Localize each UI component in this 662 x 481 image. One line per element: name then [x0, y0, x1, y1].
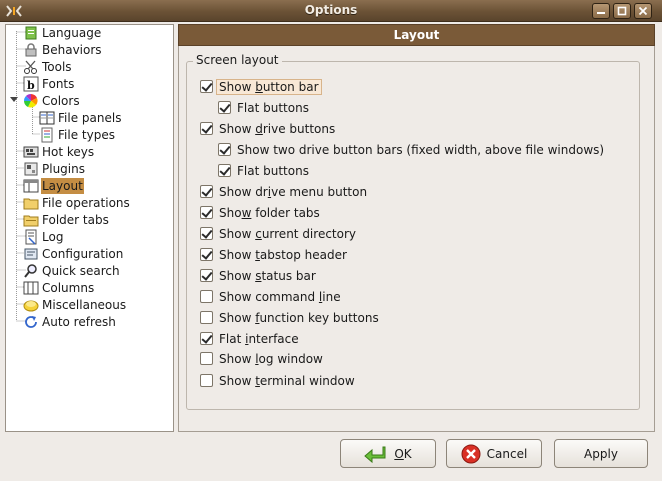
option-label: Show folder tabs — [219, 205, 320, 220]
log-icon — [23, 229, 39, 245]
panels-icon — [39, 110, 55, 126]
show-button-bar-option[interactable]: Show button bar — [200, 77, 322, 96]
show-status-bar-option[interactable]: Show status bar — [200, 266, 316, 285]
option-label: Show log window — [219, 351, 323, 366]
refresh-icon — [23, 314, 39, 330]
show-drive-buttons-option[interactable]: Show drive buttons — [200, 119, 335, 138]
close-icon[interactable] — [634, 3, 652, 19]
checkbox[interactable] — [200, 332, 213, 345]
show-function-keys-option[interactable]: Show function key buttons — [200, 308, 379, 327]
folder-tabs-icon — [23, 212, 39, 228]
ok-arrow-icon — [364, 444, 386, 464]
cancel-label: Cancel — [486, 446, 528, 461]
show-current-directory-option[interactable]: Show current directory — [200, 224, 356, 243]
cancel-icon — [461, 444, 481, 464]
tree-item-miscellaneous[interactable]: Miscellaneous — [23, 296, 127, 313]
show-tabstop-header-option[interactable]: Show tabstop header — [200, 245, 347, 264]
option-label: Show drive menu button — [219, 184, 368, 199]
tree-item-fonts[interactable]: b Fonts — [23, 75, 75, 92]
title-bar: Options — [0, 0, 662, 22]
option-label: Show function key buttons — [219, 310, 379, 325]
folder-icon — [23, 195, 39, 211]
show-command-line-option[interactable]: Show command line — [200, 287, 341, 306]
miscellaneous-icon — [23, 297, 39, 313]
section-header: Layout — [178, 24, 655, 46]
checkbox[interactable] — [200, 227, 213, 240]
tree-item-tools[interactable]: Tools — [23, 58, 73, 75]
apply-label: Apply — [584, 446, 618, 461]
option-label: Show command line — [219, 289, 341, 304]
tree-item-file-panels[interactable]: File panels — [39, 109, 122, 126]
option-label: Show terminal window — [219, 373, 355, 388]
apply-button[interactable]: Apply — [554, 439, 648, 468]
configuration-icon — [23, 246, 39, 262]
option-label: Show two drive button bars (fixed width,… — [237, 142, 605, 157]
checkbox[interactable] — [218, 164, 231, 177]
tree-item-language[interactable]: Language — [23, 24, 102, 41]
language-icon — [23, 25, 39, 41]
scissors-icon — [23, 59, 39, 75]
checkbox[interactable] — [200, 269, 213, 282]
maximize-icon[interactable] — [613, 3, 631, 19]
show-terminal-window-option[interactable]: Show terminal window — [200, 371, 355, 390]
tree-item-file-types[interactable]: File types — [39, 126, 116, 143]
checkbox[interactable] — [200, 352, 213, 365]
show-log-window-option[interactable]: Show log window — [200, 349, 323, 368]
option-label: Show button bar — [216, 78, 322, 95]
tree-item-hot-keys[interactable]: Hot keys — [23, 143, 95, 160]
checkbox[interactable] — [200, 290, 213, 303]
layout-icon — [23, 178, 39, 194]
quick-search-icon — [23, 263, 39, 279]
plugins-icon — [23, 161, 39, 177]
file-types-icon — [39, 127, 55, 143]
tree-item-behaviors[interactable]: Behaviors — [23, 41, 103, 58]
tree-item-colors[interactable]: Colors — [23, 92, 81, 109]
window-title: Options — [304, 3, 358, 17]
cancel-button[interactable]: Cancel — [446, 439, 542, 468]
option-label: Show current directory — [219, 226, 357, 241]
flat-buttons-option[interactable]: Flat buttons — [218, 98, 309, 117]
section-title: Layout — [393, 28, 440, 42]
option-label: Show drive buttons — [219, 121, 336, 136]
checkbox[interactable] — [218, 101, 231, 114]
color-wheel-icon — [23, 93, 39, 109]
option-label: Show tabstop header — [219, 247, 347, 262]
tree-item-auto-refresh[interactable]: Auto refresh — [23, 313, 117, 330]
tree-item-layout[interactable]: Layout — [23, 177, 84, 194]
tree-item-quick-search[interactable]: Quick search — [23, 262, 121, 279]
font-icon: b — [23, 76, 39, 92]
ok-label: OK — [394, 446, 412, 461]
tree-item-file-operations[interactable]: File operations — [23, 194, 131, 211]
lock-icon — [23, 42, 39, 58]
flat-drive-buttons-option[interactable]: Flat buttons — [218, 161, 309, 180]
show-folder-tabs-option[interactable]: Show folder tabs — [200, 203, 320, 222]
flat-interface-option[interactable]: Flat interface — [200, 329, 299, 348]
show-two-drive-bars-option[interactable]: Show two drive button bars (fixed width,… — [218, 140, 604, 159]
options-tree[interactable]: Language Behaviors Tools b Fonts Colors … — [5, 24, 174, 432]
checkbox[interactable] — [200, 80, 213, 93]
checkbox[interactable] — [200, 122, 213, 135]
hotkeys-icon — [23, 144, 39, 160]
checkbox[interactable] — [200, 374, 213, 387]
tree-item-configuration[interactable]: Configuration — [23, 245, 124, 262]
svg-text:b: b — [27, 79, 35, 92]
option-label: Flat buttons — [237, 163, 309, 178]
group-title: Screen layout — [193, 53, 282, 68]
ok-button[interactable]: OK — [340, 439, 436, 468]
option-label: Flat buttons — [237, 100, 309, 115]
tree-item-columns[interactable]: Columns — [23, 279, 95, 296]
show-drive-menu-button-option[interactable]: Show drive menu button — [200, 182, 367, 201]
tree-item-folder-tabs[interactable]: Folder tabs — [23, 211, 110, 228]
checkbox[interactable] — [200, 206, 213, 219]
option-label: Show status bar — [219, 268, 316, 283]
checkbox[interactable] — [200, 248, 213, 261]
minimize-icon[interactable] — [592, 3, 610, 19]
option-label: Flat interface — [219, 331, 299, 346]
columns-icon — [23, 280, 39, 296]
tree-item-plugins[interactable]: Plugins — [23, 160, 86, 177]
checkbox[interactable] — [218, 143, 231, 156]
checkbox[interactable] — [200, 311, 213, 324]
checkbox[interactable] — [200, 185, 213, 198]
tree-item-log[interactable]: Log — [23, 228, 64, 245]
